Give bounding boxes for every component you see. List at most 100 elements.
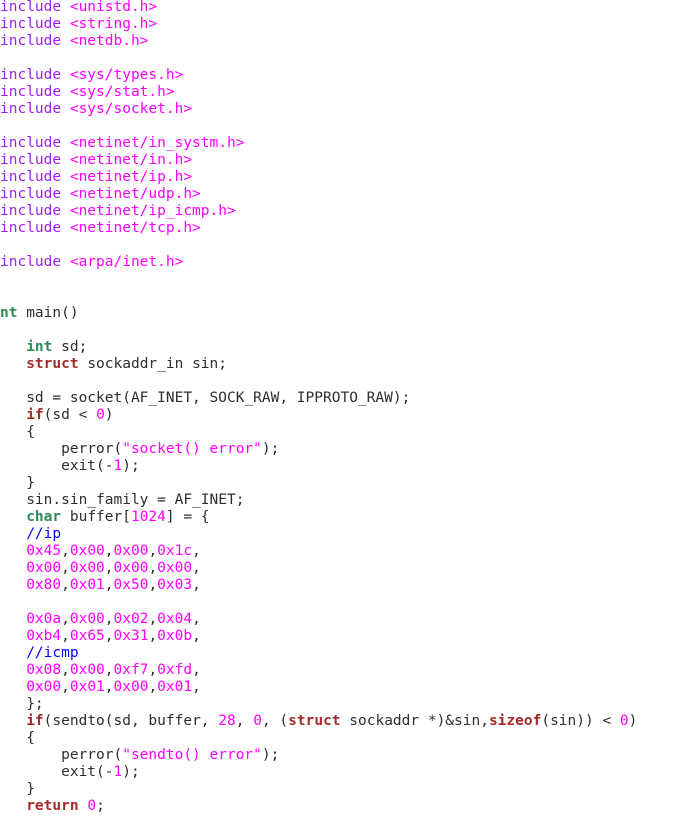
code-line[interactable]: if(sd < 0) [0, 407, 690, 424]
code-line[interactable]: include <string.h> [0, 16, 690, 33]
string-literal: <arpa/inet.h> [69, 253, 184, 270]
number-literal: 0x04 [157, 610, 193, 627]
number-literal: 0x00 [113, 559, 149, 576]
code-line[interactable] [0, 271, 690, 288]
code-text: exit(- [0, 763, 114, 780]
code-text: , [235, 712, 254, 729]
code-line[interactable]: include <netdb.h> [0, 33, 690, 50]
preprocessor-token: include [0, 134, 70, 151]
type-keyword: nt [0, 304, 18, 321]
code-line[interactable]: 0x00,0x00,0x00,0x00, [0, 560, 690, 577]
string-literal: <netinet/in.h> [69, 151, 193, 168]
code-line[interactable]: 0x08,0x00,0xf7,0xfd, [0, 662, 690, 679]
code-line[interactable]: struct sockaddr_in sin; [0, 356, 690, 373]
code-line[interactable]: include <netinet/in_systm.h> [0, 135, 690, 152]
number-literal: 0 [96, 406, 105, 423]
code-text: ] = { [165, 508, 210, 525]
code-line[interactable]: include <netinet/tcp.h> [0, 220, 690, 237]
code-line[interactable] [0, 50, 690, 67]
code-line[interactable]: include <netinet/ip.h> [0, 169, 690, 186]
number-literal: 0x80 [26, 576, 62, 593]
code-line[interactable]: exit(-1); [0, 764, 690, 781]
code-line[interactable]: include <netinet/udp.h> [0, 186, 690, 203]
code-text: , [104, 559, 114, 576]
preprocessor-token: include [0, 168, 70, 185]
code-line[interactable]: include <sys/types.h> [0, 67, 690, 84]
code-line[interactable]: sin.sin_family = AF_INET; [0, 492, 690, 509]
code-text: sd; [52, 338, 88, 355]
number-literal: 0x00 [113, 542, 149, 559]
preprocessor-token: include [0, 83, 70, 100]
code-line[interactable]: return 0; [0, 798, 690, 815]
code-line[interactable]: 0x45,0x00,0x00,0x1c, [0, 543, 690, 560]
code-line[interactable]: sd = socket(AF_INET, SOCK_RAW, IPPROTO_R… [0, 390, 690, 407]
code-text: buffer[ [61, 508, 131, 525]
comment: //ip [26, 525, 62, 542]
code-line[interactable]: include <arpa/inet.h> [0, 254, 690, 271]
string-literal: <netinet/ip_icmp.h> [69, 202, 236, 219]
code-line[interactable]: include <sys/socket.h> [0, 101, 690, 118]
code-line[interactable]: perror("socket() error"); [0, 441, 690, 458]
code-text: , [61, 678, 70, 695]
number-literal: 0x00 [69, 542, 105, 559]
preprocessor-token: include [0, 202, 70, 219]
code-line[interactable]: nt main() [0, 305, 690, 322]
code-line[interactable]: 0x00,0x01,0x00,0x01, [0, 679, 690, 696]
preprocessor-token: include [0, 100, 70, 117]
code-line[interactable]: { [0, 730, 690, 747]
code-line[interactable]: exit(-1); [0, 458, 690, 475]
code-line[interactable]: }; [0, 696, 690, 713]
number-literal: 0x00 [157, 559, 193, 576]
code-line[interactable]: char buffer[1024] = { [0, 509, 690, 526]
code-line[interactable]: if(sendto(sd, buffer, 28, 0, (struct soc… [0, 713, 690, 730]
number-literal: 0 [87, 797, 97, 814]
code-line[interactable]: 0xb4,0x65,0x31,0x0b, [0, 628, 690, 645]
number-literal: 1 [113, 457, 123, 474]
preprocessor-token: include [0, 15, 70, 32]
code-line[interactable]: //ip [0, 526, 690, 543]
code-line[interactable]: 0x80,0x01,0x50,0x03, [0, 577, 690, 594]
number-literal: 1024 [130, 508, 166, 525]
number-literal: 0x00 [69, 559, 105, 576]
code-line[interactable] [0, 322, 690, 339]
code-line[interactable] [0, 288, 690, 305]
code-line[interactable] [0, 237, 690, 254]
code-editor[interactable]: include <unistd.h> include <string.h> incl… [0, 0, 690, 827]
code-text: , [61, 542, 70, 559]
code-text: sockaddr *)&sin, [340, 712, 489, 729]
code-line[interactable] [0, 118, 690, 135]
number-literal: 0xf7 [113, 661, 149, 678]
code-line[interactable]: include <sys/stat.h> [0, 84, 690, 101]
code-text: , [61, 559, 70, 576]
code-text: (sd < [43, 406, 97, 423]
code-text: (sendto(sd, buffer, [43, 712, 219, 729]
code-text: , [192, 576, 201, 593]
code-line[interactable] [0, 373, 690, 390]
code-line[interactable]: } [0, 475, 690, 492]
keyword: return [26, 797, 79, 814]
code-text: , [104, 610, 114, 627]
code-text: ) [104, 406, 114, 423]
code-text: , [61, 610, 70, 627]
code-line[interactable]: include <netinet/in.h> [0, 152, 690, 169]
code-line[interactable]: perror("sendto() error"); [0, 747, 690, 764]
code-line[interactable]: } [0, 781, 690, 798]
number-literal: 0x0a [26, 610, 62, 627]
keyword: struct [288, 712, 341, 729]
number-literal: 0 [619, 712, 629, 729]
preprocessor-token: include [0, 0, 70, 15]
code-text: , [104, 576, 114, 593]
code-line[interactable]: int sd; [0, 339, 690, 356]
code-line[interactable]: include <unistd.h> [0, 0, 690, 16]
code-line[interactable]: //icmp [0, 645, 690, 662]
code-line[interactable]: { [0, 424, 690, 441]
code-line[interactable]: 0x0a,0x00,0x02,0x04, [0, 611, 690, 628]
code-text: ); [122, 457, 140, 474]
code-line[interactable]: include <netinet/ip_icmp.h> [0, 203, 690, 220]
code-line[interactable] [0, 594, 690, 611]
